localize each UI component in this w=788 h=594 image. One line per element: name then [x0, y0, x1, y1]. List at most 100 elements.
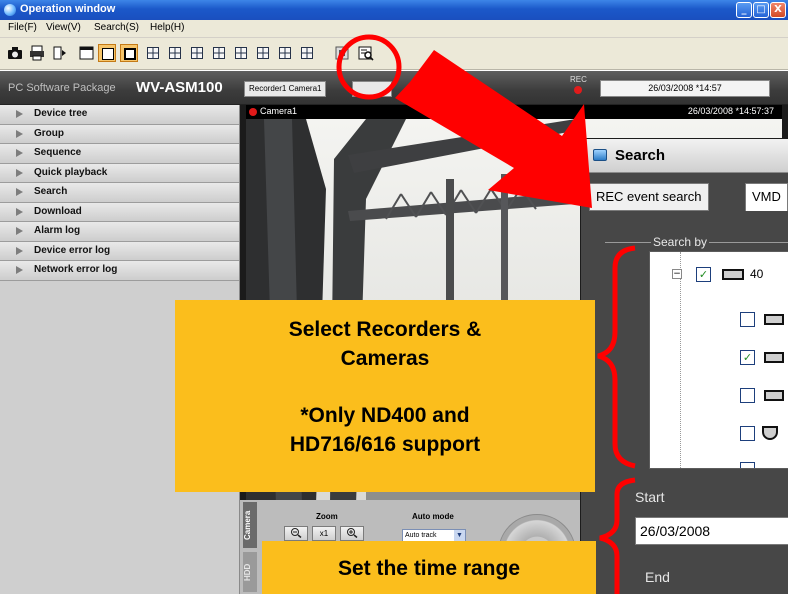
recorder-label: 40 — [750, 267, 764, 281]
close-button[interactable]: X — [770, 2, 786, 18]
screenshot-frame: Operation window _ □ X File(F) View(V) S… — [0, 0, 788, 594]
tree-row-camera[interactable]: ✓ — [650, 308, 788, 332]
sidebar-item-search[interactable]: Search — [0, 183, 239, 203]
sidebar-item-download[interactable]: Download — [0, 202, 239, 222]
device-tree: − ✓ 40 ✓ ✓ ✓ ✓ — [649, 251, 788, 469]
magnifier-plus-icon — [347, 528, 358, 539]
display-icon[interactable] — [333, 44, 351, 62]
tab-vmd[interactable]: VMD — [745, 183, 788, 211]
tree-row-camera[interactable]: ✓ — [650, 346, 788, 370]
header-button[interactable] — [352, 81, 392, 97]
menu-view[interactable]: View(V) — [46, 22, 81, 33]
callout-time-range: Set the time range — [262, 541, 596, 594]
recorder-checkbox[interactable]: ✓ — [696, 267, 711, 282]
callout-line: Cameras — [340, 347, 430, 370]
search-dialog: Search REC event search VMD Search by − … — [580, 138, 788, 594]
playback-icon[interactable] — [50, 44, 68, 62]
start-date-field[interactable]: 26/03/2008 — [635, 517, 788, 545]
zoom-label: Zoom — [316, 512, 338, 521]
layout-4-button[interactable] — [144, 44, 162, 62]
recorder-camera-selector[interactable]: Recorder1 Camera1 — [244, 81, 327, 97]
multi-screen-icon — [279, 47, 291, 59]
sidebar-item-alarm-log[interactable]: Alarm log — [0, 222, 239, 242]
sidebar-item-label: Search — [34, 186, 68, 197]
zoom-x1-button[interactable]: x1 — [312, 526, 336, 541]
layout-9-button[interactable] — [188, 44, 206, 62]
layout-16-button[interactable] — [254, 44, 272, 62]
sidebar-item-device-tree[interactable]: Device tree — [0, 105, 239, 125]
sidebar-item-sequence[interactable]: Sequence — [0, 144, 239, 164]
search-icon[interactable] — [357, 44, 375, 62]
window-layout-icon[interactable] — [78, 44, 96, 62]
search-dialog-title: Search — [615, 147, 666, 164]
camera-checkbox[interactable]: ✓ — [740, 350, 755, 365]
multi-screen-icon — [257, 47, 269, 59]
menu-help[interactable]: Help(H) — [150, 22, 184, 33]
layout-single-button[interactable] — [120, 44, 138, 62]
expand-arrow-icon — [16, 149, 23, 157]
layout-16c-button[interactable] — [298, 44, 316, 62]
layout-13-button[interactable] — [232, 44, 250, 62]
sidebar-item-quick-playback[interactable]: Quick playback — [0, 163, 239, 183]
layout-16b-button[interactable] — [276, 44, 294, 62]
start-label: Start — [635, 489, 665, 505]
dome-camera-icon — [762, 426, 778, 440]
sidebar-item-label: Download — [34, 205, 82, 217]
expand-arrow-icon — [16, 168, 23, 177]
multi-screen-icon — [235, 47, 247, 59]
tree-row-camera[interactable]: ✓ — [650, 384, 788, 408]
sidebar-item-label: Device tree — [34, 108, 88, 119]
minimize-button[interactable]: _ — [736, 2, 752, 18]
layout-7-button[interactable] — [166, 44, 184, 62]
sidebar-item-device-error-log[interactable]: Device error log — [0, 241, 239, 261]
sidebar-item-label: Quick playback — [34, 166, 108, 178]
rec-label: REC — [570, 75, 587, 84]
camera-timestamp: 26/03/2008 *14:57:37 — [687, 106, 774, 116]
toolbar — [0, 38, 788, 70]
callout-line: HD716/616 support — [289, 433, 481, 456]
multi-screen-icon — [191, 47, 203, 59]
tree-row-camera[interactable]: ✓ — [650, 422, 788, 446]
tab-hdd[interactable]: HDD — [243, 552, 257, 592]
tree-row-camera[interactable]: ✓ — [650, 458, 788, 468]
camera-checkbox[interactable]: ✓ — [740, 462, 755, 468]
camera-device-icon — [764, 390, 784, 401]
expand-arrow-icon — [16, 110, 23, 118]
sidebar-item-network-error-log[interactable]: Network error log — [0, 261, 239, 281]
menu-file[interactable]: File(F) — [8, 22, 37, 33]
sidebar-item-label: Network error log — [34, 264, 118, 275]
tab-rec-event-search[interactable]: REC event search — [589, 183, 709, 211]
expand-arrow-icon — [16, 227, 23, 235]
app-header: PC Software Package WV-ASM100 Recorder1 … — [0, 71, 788, 105]
recorder-device-icon — [722, 269, 744, 280]
camera-checkbox[interactable]: ✓ — [740, 388, 755, 403]
search-by-label: Search by — [651, 235, 710, 249]
camera-snapshot-icon[interactable] — [6, 44, 24, 62]
collapse-icon[interactable]: − — [672, 269, 682, 279]
window-title: Operation window — [20, 3, 116, 15]
sidebar-item-group[interactable]: Group — [0, 124, 239, 144]
tree-row-recorder[interactable]: − ✓ 40 — [650, 262, 788, 286]
print-icon[interactable] — [28, 44, 46, 62]
menu-bar: File(F) View(V) Search(S) Help(H) — [0, 20, 788, 38]
camera-checkbox[interactable]: ✓ — [740, 312, 755, 327]
camera-checkbox[interactable]: ✓ — [740, 426, 755, 441]
callout-line: Set the time range — [337, 557, 521, 580]
multi-screen-icon — [301, 47, 313, 59]
layout-10-button[interactable] — [210, 44, 228, 62]
sidebar-item-label: Group — [34, 127, 64, 139]
callout-line: Select Recorders & — [288, 318, 482, 341]
sidebar-item-label: Device error log — [34, 244, 111, 256]
camera-title-bar: Camera1 26/03/2008 *14:57:37 — [246, 105, 782, 119]
callout-line: *Only ND400 and — [300, 404, 470, 427]
tab-camera[interactable]: Camera — [243, 502, 257, 548]
expand-arrow-icon — [16, 246, 23, 255]
search-dialog-icon — [593, 149, 607, 161]
model-name: WV-ASM100 — [136, 79, 223, 96]
menu-search[interactable]: Search(S) — [94, 22, 139, 33]
layout-pip-button[interactable] — [98, 44, 116, 62]
expand-arrow-icon — [16, 266, 23, 274]
maximize-button[interactable]: □ — [753, 2, 769, 18]
zoom-in-button[interactable] — [340, 526, 364, 541]
zoom-out-button[interactable] — [284, 526, 308, 541]
